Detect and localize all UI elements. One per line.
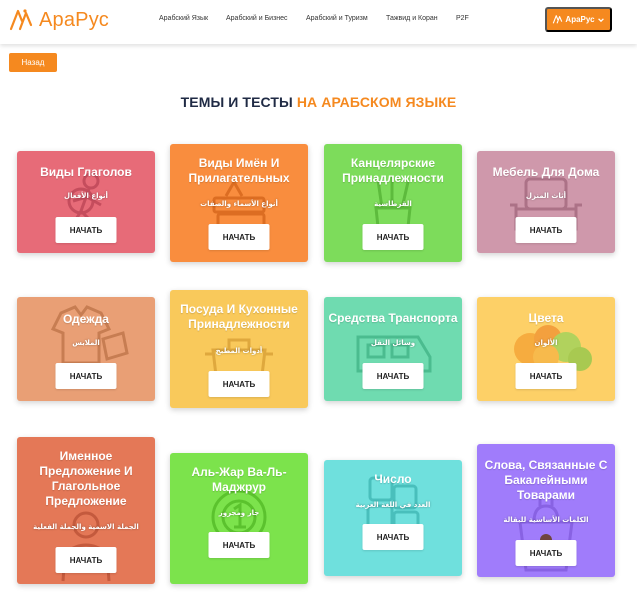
card-title: Цвета	[528, 311, 564, 325]
card-title: Мебель Для Дома	[492, 165, 600, 179]
start-button[interactable]: НАЧАТЬ	[515, 540, 577, 566]
page-title-part1: ТЕМЫ И ТЕСТЫ	[180, 94, 297, 110]
card-title: Посуда И Кухонные Принадлежности	[180, 302, 298, 331]
start-button[interactable]: НАЧАТЬ	[515, 217, 577, 243]
topic-card[interactable]: Средства Транспорта وسائل النقل НАЧАТЬ	[324, 297, 462, 401]
card-arabic-subtitle: الملابس	[72, 339, 100, 347]
nav-arabic-business[interactable]: Арабский и Бизнес	[226, 15, 288, 22]
start-button[interactable]: НАЧАТЬ	[208, 224, 270, 250]
start-button[interactable]: НАЧАТЬ	[362, 224, 424, 250]
page-title: ТЕМЫ И ТЕСТЫ НА АРАБСКОМ ЯЗЫКЕ	[0, 94, 637, 110]
card-title: Именное Предложение И Глагольное Предлож…	[39, 449, 133, 508]
card-arabic-subtitle: الكلمات الأساسية للبقالة	[503, 516, 589, 524]
card-title: Канцелярские Принадлежности	[342, 156, 444, 185]
logo-mark-icon	[553, 15, 563, 24]
logo-text: АраРус	[39, 8, 109, 31]
chevron-down-icon	[597, 17, 604, 22]
start-button[interactable]: НАЧАТЬ	[208, 371, 270, 397]
card-title: Виды Глаголов	[40, 165, 132, 179]
card-title: Средства Транспорта	[328, 311, 458, 325]
account-label: АраРус	[565, 15, 595, 24]
topic-card[interactable]: Канцелярские Принадлежности القرطاسية НА…	[324, 144, 462, 262]
account-menu-button[interactable]: АраРус	[545, 7, 612, 32]
card-arabic-subtitle: أثاث المنزل	[525, 192, 567, 200]
card-title: Одежда	[63, 312, 109, 326]
topic-card[interactable]: Цвета الألوان НАЧАТЬ	[477, 297, 615, 401]
card-arabic-subtitle: العدد في اللغة العربية	[355, 501, 431, 509]
back-button[interactable]: Назад	[9, 53, 57, 72]
card-arabic-subtitle: أنواع الأسماء والصفات	[200, 200, 278, 208]
nav-p2f[interactable]: P2F	[456, 15, 469, 22]
card-title: Аль-Жар Ва-Ль-Маджрур	[191, 465, 287, 494]
topic-card[interactable]: Виды Имён И Прилагательных أنواع الأسماء…	[170, 144, 308, 262]
card-title: Виды Имён И Прилагательных	[188, 156, 290, 185]
card-arabic-subtitle: أنواع الأفعال	[64, 192, 108, 200]
topic-card[interactable]: Аль-Жар Ва-Ль-Маджрур جار ومجرور НАЧАТЬ	[170, 453, 308, 584]
nav-tajweed-quran[interactable]: Тажвид и Коран	[386, 15, 438, 22]
card-title: Слова, Связанные С Бакалейными Товарами	[484, 458, 608, 502]
card-title: Число	[374, 472, 412, 486]
logo-mark-icon	[9, 9, 33, 31]
site-header: АраРус Арабский Язык Арабский и Бизнес А…	[0, 0, 637, 44]
card-arabic-subtitle: وسائل النقل	[370, 339, 416, 347]
card-arabic-subtitle: أدوات المطبخ	[215, 347, 263, 355]
nav-arabic-language[interactable]: Арабский Язык	[159, 15, 208, 22]
topic-card[interactable]: Одежда الملابس НАЧАТЬ	[17, 297, 155, 401]
start-button[interactable]: НАЧАТЬ	[208, 532, 270, 558]
start-button[interactable]: НАЧАТЬ	[55, 217, 117, 243]
card-arabic-subtitle: الجملة الاسمية والجملة الفعلية	[33, 523, 139, 531]
card-arabic-subtitle: القرطاسية	[374, 200, 412, 208]
topic-card[interactable]: Число العدد في اللغة العربية НАЧАТЬ	[324, 460, 462, 576]
start-button[interactable]: НАЧАТЬ	[362, 524, 424, 550]
topic-card[interactable]: Слова, Связанные С Бакалейными Товарами …	[477, 444, 615, 577]
start-button[interactable]: НАЧАТЬ	[515, 363, 577, 389]
site-logo[interactable]: АраРус	[8, 7, 109, 33]
page-title-part2: НА АРАБСКОМ ЯЗЫКЕ	[296, 94, 457, 110]
topic-card[interactable]: Именное Предложение И Глагольное Предлож…	[17, 437, 155, 584]
card-arabic-subtitle: الألوان	[534, 339, 558, 347]
nav-arabic-tourism[interactable]: Арабский и Туризм	[306, 15, 368, 22]
start-button[interactable]: НАЧАТЬ	[55, 363, 117, 389]
topic-card[interactable]: Посуда И Кухонные Принадлежности أدوات ا…	[170, 290, 308, 408]
topic-card[interactable]: Мебель Для Дома أثاث المنزل НАЧАТЬ	[477, 151, 615, 253]
topic-card[interactable]: Виды Глаголов أنواع الأفعال НАЧАТЬ	[17, 151, 155, 253]
card-arabic-subtitle: جار ومجرور	[218, 509, 260, 517]
start-button[interactable]: НАЧАТЬ	[55, 547, 117, 573]
start-button[interactable]: НАЧАТЬ	[362, 363, 424, 389]
